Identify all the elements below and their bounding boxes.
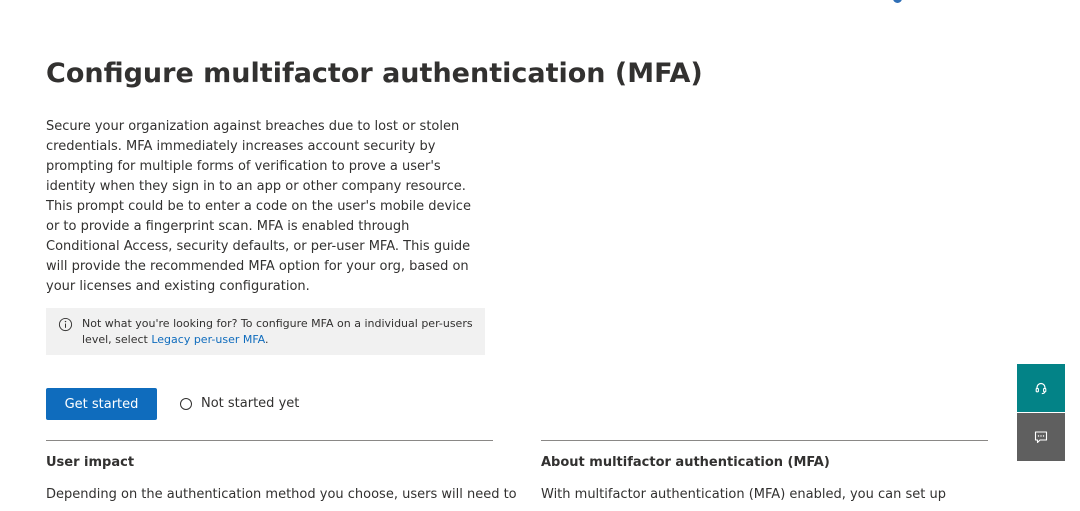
status-circle-icon [180,397,192,410]
partial-avatar-icon [893,0,902,3]
feedback-button[interactable] [1017,413,1065,461]
intro-description: Secure your organization against breache… [46,119,471,294]
headset-icon [1035,382,1047,395]
get-started-button[interactable]: Get started [46,388,157,420]
info-icon [58,317,73,332]
section-divider-right [541,440,988,441]
about-mfa-text: With multifactor authentication (MFA) en… [541,487,946,502]
help-button[interactable] [1017,364,1065,412]
chat-icon [1034,431,1048,444]
page-title: Configure multifactor authentication (MF… [46,58,703,89]
info-message: Not what you're looking for? To configur… [82,316,477,348]
status-indicator: Not started yet [180,396,299,411]
info-message-text: Not what you're looking for? To configur… [82,317,473,346]
section-divider-left [46,440,493,441]
info-message-suffix: . [265,333,269,346]
user-impact-heading: User impact [46,455,135,470]
user-impact-text: Depending on the authentication method y… [46,487,517,502]
page: Configure multifactor authentication (MF… [0,0,1080,511]
info-message-bar: Not what you're looking for? To configur… [46,308,485,355]
status-label: Not started yet [201,396,300,411]
legacy-per-user-mfa-link[interactable]: Legacy per-user MFA [151,333,265,346]
about-mfa-heading: About multifactor authentication (MFA) [541,455,830,470]
